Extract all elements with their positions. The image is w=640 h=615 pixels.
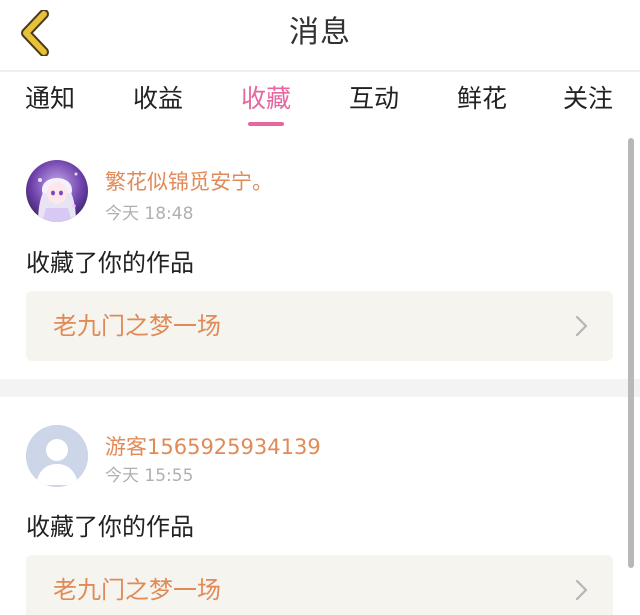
tab-label: 收益 bbox=[132, 84, 183, 113]
timestamp: 今天 15:55 bbox=[105, 466, 194, 486]
back-button[interactable] bbox=[14, 10, 54, 56]
action-text: 收藏了你的作品 bbox=[26, 249, 194, 277]
work-title: 老九门之梦一场 bbox=[53, 312, 221, 340]
notification-card: 游客1565925934139 今天 15:55 收藏了你的作品 老九门之梦一场 bbox=[0, 397, 640, 615]
tab-label: 收藏 bbox=[240, 84, 291, 113]
tab-follow[interactable]: 关注 bbox=[560, 80, 616, 126]
action-text: 收藏了你的作品 bbox=[26, 513, 194, 541]
default-user-avatar-icon bbox=[26, 425, 88, 487]
username[interactable]: 游客1565925934139 bbox=[105, 431, 321, 461]
work-link[interactable]: 老九门之梦一场 bbox=[26, 555, 613, 615]
tab-label: 通知 bbox=[24, 84, 75, 113]
tab-label: 鲜花 bbox=[456, 84, 507, 113]
username[interactable]: 繁花似锦觅安宁。 bbox=[105, 166, 273, 196]
tab-favorites[interactable]: 收藏 bbox=[238, 80, 294, 126]
tab-label: 互动 bbox=[348, 84, 399, 113]
top-bar: 消息 bbox=[0, 0, 640, 70]
chevron-left-icon bbox=[21, 10, 49, 56]
tab-flowers[interactable]: 鲜花 bbox=[454, 80, 510, 126]
user-avatar[interactable] bbox=[26, 160, 88, 222]
section-separator bbox=[0, 379, 640, 397]
work-link[interactable]: 老九门之梦一场 bbox=[26, 291, 613, 361]
timestamp: 今天 18:48 bbox=[105, 204, 194, 224]
tab-bar: 通知 收益 2 收藏 1 互动 鲜花 关注 bbox=[0, 72, 640, 162]
chevron-right-icon bbox=[575, 579, 588, 601]
scrollbar[interactable] bbox=[628, 138, 634, 568]
chevron-right-icon bbox=[575, 315, 588, 337]
active-tab-indicator bbox=[248, 122, 284, 126]
tab-notice[interactable]: 通知 bbox=[22, 80, 78, 126]
tab-earnings[interactable]: 收益 bbox=[130, 80, 186, 126]
notification-card: 繁花似锦觅安宁。 今天 18:48 收藏了你的作品 老九门之梦一场 bbox=[0, 134, 640, 379]
tab-label: 关注 bbox=[562, 84, 613, 113]
page-title: 消息 bbox=[289, 15, 351, 50]
anime-girl-avatar-icon bbox=[26, 160, 88, 222]
user-avatar[interactable] bbox=[26, 425, 88, 487]
tab-interaction[interactable]: 互动 bbox=[346, 80, 402, 126]
work-title: 老九门之梦一场 bbox=[53, 576, 221, 604]
